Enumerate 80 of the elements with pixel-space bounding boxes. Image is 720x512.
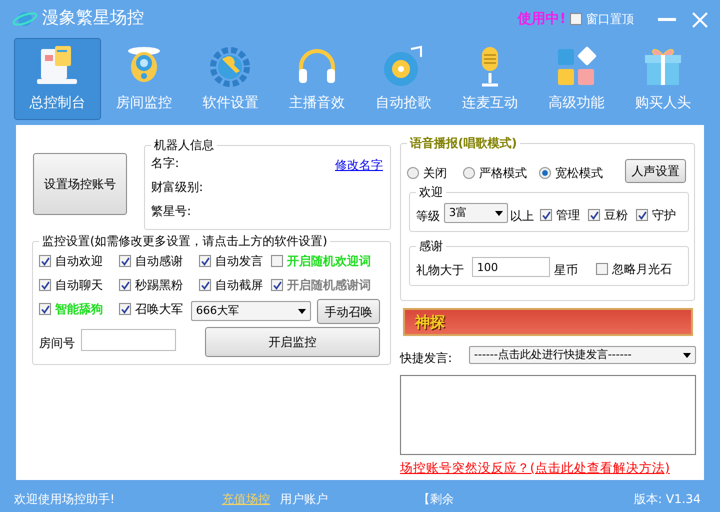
checkbox-label: 自动发言 bbox=[215, 253, 263, 270]
status-text: 用户账户 bbox=[280, 491, 328, 508]
quick-select[interactable]: ------点击此处进行快捷发言------ bbox=[469, 346, 696, 364]
gift-input[interactable]: 100 bbox=[472, 257, 550, 277]
caret-icon bbox=[495, 210, 503, 216]
checkbox-label: 守护 bbox=[652, 207, 676, 224]
checkbox-label: 召唤大军 bbox=[135, 301, 183, 318]
group-title: 感谢 bbox=[416, 238, 446, 254]
checkbox[interactable] bbox=[39, 255, 51, 267]
voice-settings-button[interactable]: 人声设置 bbox=[625, 159, 686, 183]
group-title: 机器人信息 bbox=[151, 137, 217, 153]
toolbar-tab[interactable]: 主播音效 bbox=[274, 38, 360, 120]
field-label: 等级 bbox=[416, 208, 440, 225]
toolbar-tab[interactable]: 软件设置 bbox=[187, 38, 274, 120]
field-label: 以上 bbox=[510, 208, 534, 225]
toolbar-tab[interactable]: 购买人头 bbox=[620, 38, 706, 120]
version-text: 版本: V1.34 bbox=[634, 491, 701, 508]
checkbox[interactable] bbox=[271, 255, 283, 267]
checkbox[interactable] bbox=[199, 279, 211, 291]
toolbar-tab[interactable]: 房间监控 bbox=[100, 38, 187, 120]
radio-label: 关闭 bbox=[423, 165, 447, 182]
checkbox-label: 开启随机欢迎词 bbox=[287, 253, 371, 270]
checkbox[interactable] bbox=[588, 209, 600, 221]
radio-button[interactable] bbox=[539, 167, 551, 179]
checkbox[interactable] bbox=[39, 279, 51, 291]
checkbox-label: 秒踢黑粉 bbox=[135, 277, 183, 294]
window-title: 漫象繁星场控 bbox=[42, 7, 144, 30]
toolbar-tab[interactable]: 连麦互动 bbox=[446, 38, 533, 120]
checkbox[interactable] bbox=[596, 263, 608, 275]
checkbox[interactable] bbox=[540, 209, 552, 221]
field-label: 繁星号: bbox=[151, 203, 192, 220]
status-text: 【剩余 bbox=[418, 491, 454, 508]
checkbox-label: 豆粉 bbox=[604, 207, 628, 224]
checkbox-label: 自动聊天 bbox=[55, 277, 103, 294]
checkbox-label: 管理 bbox=[556, 207, 580, 224]
level-select[interactable]: 3富 bbox=[444, 203, 508, 223]
field-label: 礼物大于 bbox=[416, 262, 464, 279]
field-label: 财富级别: bbox=[151, 179, 204, 196]
field-label: 星币 bbox=[554, 262, 578, 279]
checkbox-label: 智能舔狗 bbox=[55, 301, 103, 318]
checkbox[interactable] bbox=[39, 303, 51, 315]
summon-button[interactable]: 手动召唤 bbox=[317, 299, 380, 324]
radio-label: 宽松模式 bbox=[555, 165, 603, 182]
start-button[interactable]: 开启监控 bbox=[205, 327, 380, 357]
checkbox-label: 窗口置顶 bbox=[586, 11, 634, 28]
checkbox-label: 忽略月光石 bbox=[612, 261, 672, 278]
checkbox[interactable] bbox=[119, 255, 131, 267]
checkbox[interactable] bbox=[119, 279, 131, 291]
checkbox-label: 自动截屏 bbox=[215, 277, 263, 294]
toolbar-tab[interactable]: 高级功能 bbox=[533, 38, 620, 120]
status-label: 使用中! bbox=[518, 10, 566, 28]
checkbox[interactable] bbox=[636, 209, 648, 221]
rename-link[interactable]: 修改名字 bbox=[335, 156, 383, 174]
group-title: 语音播报(唱歌模式) bbox=[407, 135, 520, 151]
checkbox-label: 自动欢迎 bbox=[55, 253, 103, 270]
checkbox[interactable] bbox=[119, 303, 131, 315]
caret-icon bbox=[298, 308, 306, 314]
checkbox-label: 自动感谢 bbox=[135, 253, 183, 270]
help-link[interactable]: 场控账号突然没反应？(点击此处查看解决方法) bbox=[400, 459, 670, 478]
message-textarea[interactable] bbox=[400, 375, 696, 455]
room-input[interactable] bbox=[81, 329, 176, 351]
radio-button[interactable] bbox=[463, 167, 475, 179]
group-title: 监控设置(如需修改更多设置，请点击上方的软件设置) bbox=[39, 233, 330, 249]
army-select[interactable]: 666大军 bbox=[191, 301, 311, 321]
field-label: 房间号 bbox=[39, 335, 75, 352]
close-icon[interactable] bbox=[692, 10, 708, 28]
banner-title: 神探 bbox=[415, 312, 445, 333]
account-button[interactable]: 设置场控账号 bbox=[33, 153, 127, 215]
checkbox[interactable] bbox=[199, 255, 211, 267]
toolbar-tab[interactable]: 自动抢歌 bbox=[360, 38, 446, 120]
toolbar-tab[interactable]: 总控制台 bbox=[14, 38, 100, 120]
field-label: 名字: bbox=[151, 155, 180, 172]
checkbox-label: 开启随机感谢词 bbox=[287, 277, 371, 294]
field-label: 快捷发言: bbox=[400, 350, 452, 367]
group-title: 欢迎 bbox=[416, 184, 446, 200]
radio-label: 严格模式 bbox=[479, 165, 527, 182]
radio-button[interactable] bbox=[407, 167, 419, 179]
caret-icon bbox=[683, 352, 691, 358]
checkbox[interactable] bbox=[570, 13, 582, 25]
status-text: 欢迎使用场控助手! bbox=[14, 491, 115, 508]
